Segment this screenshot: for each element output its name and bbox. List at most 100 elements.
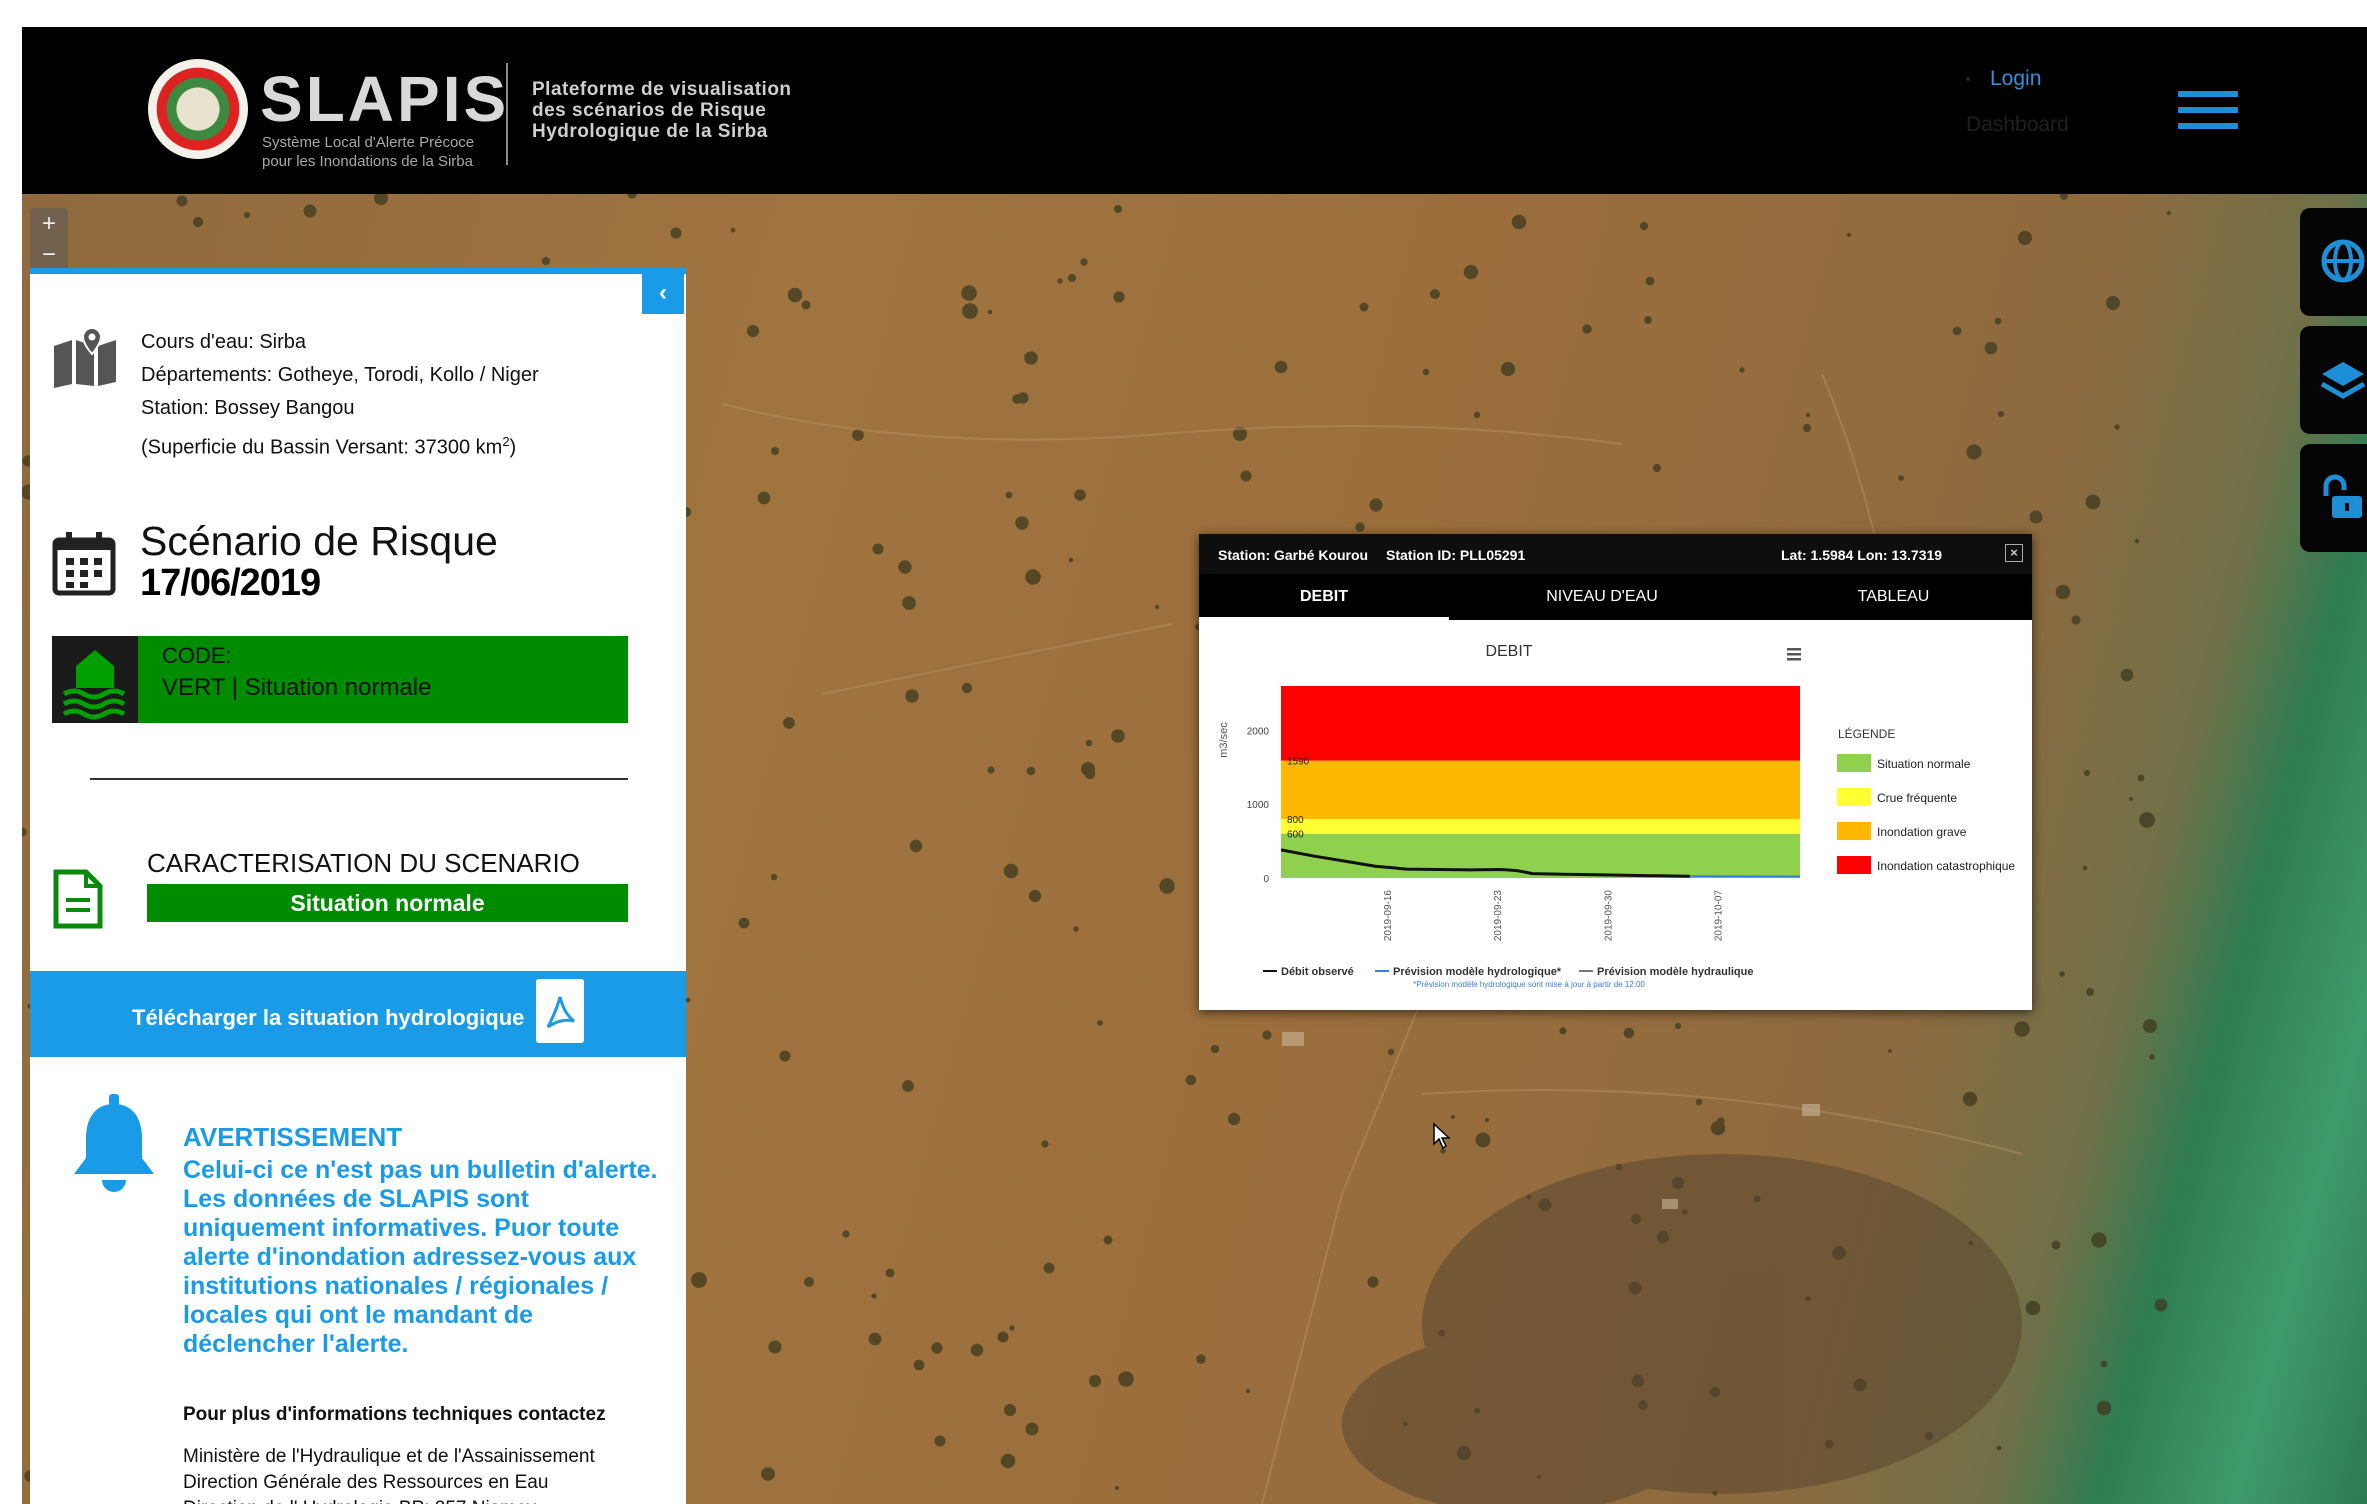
legend-swatch-0 (1837, 754, 1871, 772)
platform-description-line-3: Hydrologique de la Sirba (532, 121, 768, 142)
threshold-label-2: 600 (1287, 830, 1304, 841)
band-0 (1281, 833, 1800, 878)
basin-area: (Superficie du Bassin Versant: 37300 km2… (141, 425, 539, 465)
nav-bullet (1966, 77, 1970, 81)
x-tick-label-3: 2019-10-07 (1713, 890, 1724, 942)
anadia-seal-logo (148, 59, 248, 159)
legend-swatch-2 (1837, 822, 1871, 840)
logo-title[interactable]: SLAPIS (260, 67, 509, 131)
legend-label-2: Inondation grave (1877, 825, 1967, 839)
zoom-control: + − (30, 208, 68, 270)
scenario-title: Scénario de Risque (140, 518, 498, 564)
calendar-icon (52, 532, 116, 596)
map-location-icon (54, 326, 116, 388)
tab-niveau-eau[interactable]: NIVEAU D'EAU (1449, 574, 1755, 620)
collapse-panel-button[interactable]: ‹ (642, 274, 684, 314)
contact-line-3: Direction de l' Hydrologie BP: 257 Niame… (183, 1496, 595, 1504)
legend-swatch-3 (1837, 856, 1871, 874)
bottom-legend-label-2: Prévision modèle hydraulique (1597, 966, 1754, 978)
bottom-legend-label-0: Débit observé (1281, 966, 1354, 978)
threshold-label-0: 1590 (1287, 757, 1310, 768)
chart-footnote: *Prévision modèle hydrologique sont mise… (1413, 980, 1645, 989)
platform-description-line-1: Plateforme de visualisation (532, 79, 792, 100)
zoom-out-button[interactable]: − (30, 239, 68, 270)
legend-title: LÉGENDE (1838, 726, 1895, 741)
globe-icon (2321, 239, 2365, 283)
logo-subtitle-line-2: pour les Inondations de la Sirba (262, 153, 473, 170)
band-3 (1281, 686, 1800, 761)
logo-subtitle-line-1: Système Local d'Alerte Précoce (262, 134, 475, 151)
contact-heading: Pour plus d'informations techniques cont… (183, 1404, 606, 1425)
river-name: Cours d'eau: Sirba (141, 331, 307, 353)
alert-code-text: CODE: VERT | Situation normale (162, 640, 431, 704)
warning-body: Celui-ci ce n'est pas un bulletin d'aler… (183, 1156, 658, 1358)
app-root: SLAPIS Système Local d'Alerte Précoce po… (0, 0, 2367, 1504)
tab-debit[interactable]: DEBIT (1199, 574, 1449, 620)
debit-chart: DEBIT m3/sec 0 1000 2000 1590 800 600 2019-0… (1218, 643, 2015, 989)
departments: Départements: Gotheye, Torodi, Kollo / N… (141, 364, 539, 386)
download-label: Télécharger la situation hydrologique (132, 1005, 525, 1030)
tab-tableau[interactable]: TABLEAU (1755, 574, 2032, 620)
legend-label-0: Situation normale (1877, 757, 1971, 771)
legend-swatch-1 (1837, 788, 1871, 806)
basin-area-text: (Superficie du Bassin Versant: 37300 km (141, 436, 503, 459)
bottom-legend-label-1: Prévision modèle hydrologique* (1393, 966, 1562, 978)
code-label: CODE: (162, 643, 232, 668)
legend-label-1: Crue fréquente (1877, 791, 1957, 805)
zoom-in-button[interactable]: + (30, 208, 68, 239)
popup-latlon: Lat: 1.5984 Lon: 13.7319 (1781, 547, 1943, 563)
platform-description-line-2: des scénarios de Risque (532, 100, 767, 121)
chart-menu-icon[interactable] (1787, 648, 1801, 661)
scenario-panel: ‹ Cours d'eau: Sirba Départements: Gothe… (30, 268, 686, 1504)
x-tick-label-1: 2019-09-23 (1493, 890, 1504, 942)
band-2 (1281, 760, 1800, 819)
popup-station-id: Station ID: PLL05291 (1386, 547, 1526, 563)
band-1 (1281, 818, 1800, 834)
alert-code-box: CODE: VERT | Situation normale (52, 636, 628, 723)
basin-area-exponent: 2 (502, 434, 510, 449)
characterisation-title: CARACTERISATION DU SCENARIO (147, 848, 580, 878)
x-tick-label-0: 2019-09-16 (1383, 890, 1394, 942)
contact-line-1: Ministère de l'Hydraulique et de l'Assai… (183, 1446, 595, 1467)
popup-station-name: Station: Garbé Kourou (1218, 547, 1369, 563)
pdf-icon (536, 979, 584, 1043)
station-info: Cours d'eau: Sirba Départements: Gotheye… (141, 326, 539, 465)
document-icon (53, 869, 103, 929)
scenario-date: 17/06/2019 (140, 562, 321, 604)
threshold-label-1: 800 (1287, 815, 1304, 826)
code-value: VERT | Situation normale (162, 674, 432, 701)
right-toolbar (2300, 208, 2367, 562)
dashboard-link[interactable]: Dashboard (1966, 113, 2069, 137)
warning-title: AVERTISSEMENT (183, 1122, 403, 1152)
login-link[interactable]: Login (1990, 67, 2041, 91)
close-icon[interactable]: × (2005, 544, 2023, 562)
y-tick-label-1: 1000 (1247, 800, 1270, 811)
unlock-button[interactable] (2300, 444, 2367, 552)
contact-line-2: Direction Générale des Ressources en Eau (183, 1472, 549, 1493)
download-hydro-situation-button[interactable]: Télécharger la situation hydrologique (30, 971, 686, 1057)
y-tick-label-0: 0 (1263, 874, 1269, 885)
popup-header: Station: Garbé Kourou Station ID: PLL052… (1199, 534, 2032, 574)
y-tick-label-2: 2000 (1247, 726, 1270, 737)
top-header: SLAPIS Système Local d'Alerte Précoce po… (22, 27, 2367, 194)
mouse-cursor-icon (1433, 1122, 1451, 1150)
logo-divider (506, 63, 508, 165)
y-axis-label: m3/sec (1218, 722, 1230, 758)
characterisation-badge: Situation normale (147, 884, 628, 922)
contact-details: Ministère de l'Hydraulique et de l'Assai… (183, 1444, 595, 1504)
layers-button[interactable] (2300, 326, 2367, 434)
unlock-icon (2323, 474, 2362, 518)
globe-button[interactable] (2300, 208, 2367, 316)
station-name: Station: Bossey Bangou (141, 397, 355, 419)
flood-house-icon (52, 636, 138, 723)
section-divider (90, 778, 628, 780)
chart-title: DEBIT (1485, 643, 1532, 660)
popup-tabs: DEBIT NIVEAU D'EAU TABLEAU (1199, 574, 2032, 620)
hamburger-menu-icon[interactable] (2178, 91, 2238, 135)
station-popup: Station: Garbé Kourou Station ID: PLL052… (1199, 534, 2032, 1010)
bell-icon (74, 1094, 154, 1192)
x-tick-label-2: 2019-09-30 (1603, 890, 1614, 942)
logo-subtitle: Système Local d'Alerte Précoce pour les … (262, 133, 474, 171)
platform-description: Plateforme de visualisation des scénario… (532, 79, 792, 142)
basin-area-close: ) (509, 436, 517, 459)
